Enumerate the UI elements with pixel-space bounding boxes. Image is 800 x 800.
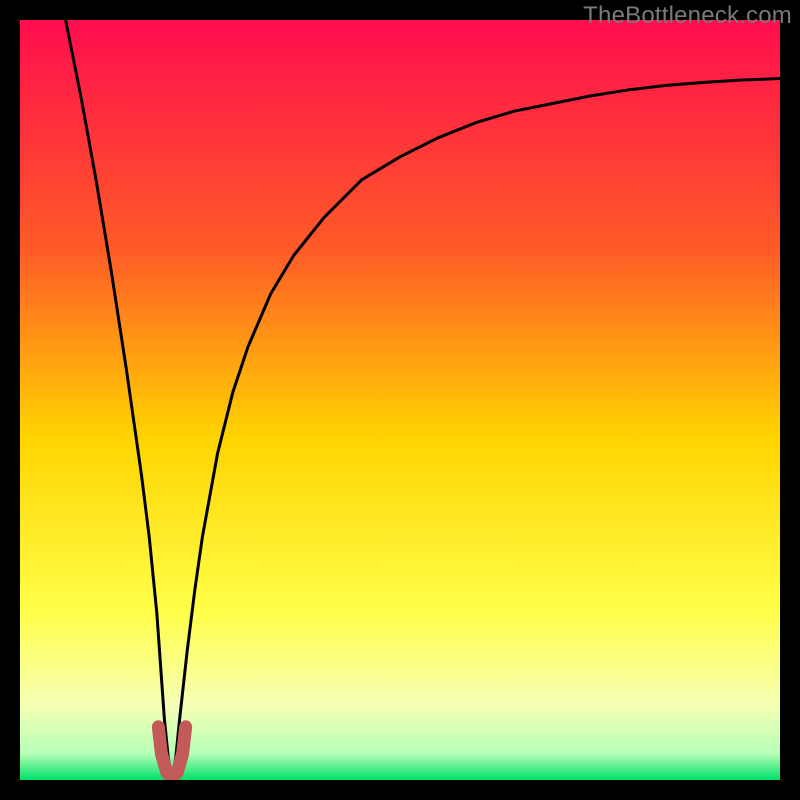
heatmap-background xyxy=(20,20,780,780)
chart-svg xyxy=(20,20,780,780)
chart-frame: TheBottleneck.com xyxy=(0,0,800,800)
plot-area xyxy=(20,20,780,780)
watermark-label: TheBottleneck.com xyxy=(583,2,792,30)
